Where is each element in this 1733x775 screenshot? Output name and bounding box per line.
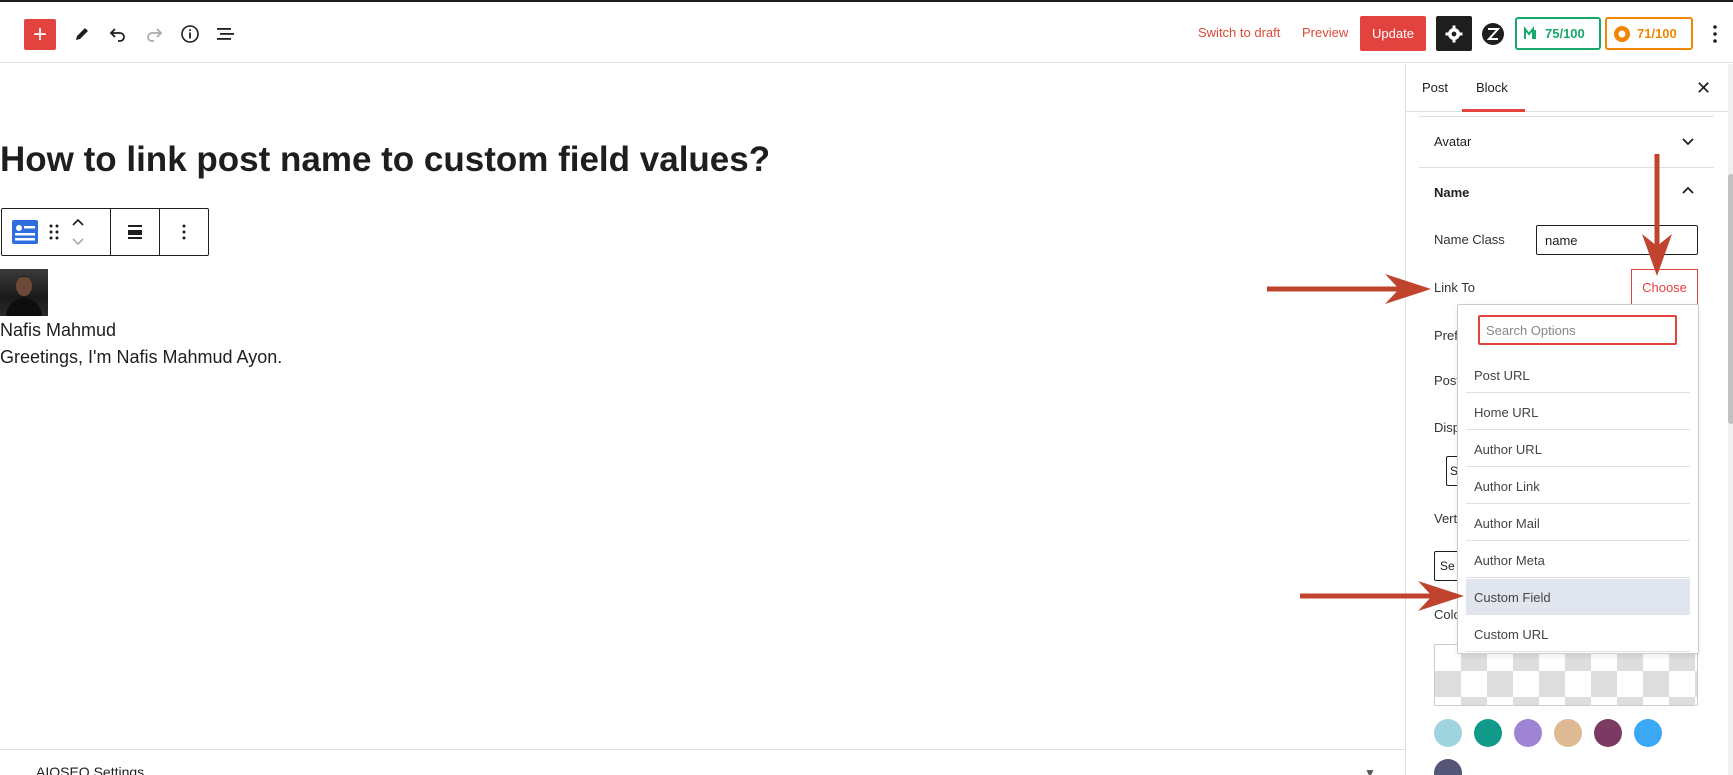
prefix-label: Pref	[1434, 328, 1458, 343]
editor-screen: + Switch to draft Preview Update 75/100 …	[0, 0, 1733, 775]
vertical-label: Vert	[1434, 511, 1458, 526]
align-icon	[128, 225, 142, 239]
tab-block[interactable]: Block	[1476, 80, 1508, 95]
kebab-icon	[182, 224, 186, 240]
list-view-button[interactable]	[210, 18, 242, 50]
add-block-button[interactable]: +	[24, 19, 56, 50]
seo-score-badge[interactable]: 75/100	[1515, 17, 1601, 50]
search-options-input[interactable]	[1478, 315, 1677, 345]
link-to-label: Link To	[1434, 280, 1475, 295]
dropdown-option-custom-field[interactable]: Custom Field	[1466, 579, 1690, 615]
tab-post[interactable]: Post	[1422, 80, 1448, 95]
sidebar-scroll-thumb[interactable]	[1728, 174, 1733, 424]
chevron-down-icon	[1682, 138, 1694, 146]
chevron-up-icon	[1682, 186, 1694, 194]
sidebar-tabs: Post Block ✕	[1406, 64, 1728, 112]
name-class-label: Name Class	[1434, 232, 1505, 247]
drag-handle-icon[interactable]	[48, 223, 60, 241]
dropdown-option-home-url[interactable]: Home URL	[1466, 394, 1690, 430]
active-tab-indicator	[1462, 109, 1525, 112]
undo-icon	[109, 28, 125, 42]
panel-avatar[interactable]: Avatar	[1419, 117, 1714, 168]
dropdown-option-author-mail[interactable]: Author Mail	[1466, 505, 1690, 541]
kebab-icon	[1713, 25, 1717, 43]
undo-button[interactable]	[102, 18, 134, 50]
plus-icon: +	[32, 20, 47, 48]
align-button[interactable]	[111, 209, 160, 255]
author-name: Nafis Mahmud	[0, 320, 117, 340]
color-swatch[interactable]	[1634, 719, 1662, 747]
pencil-icon	[76, 28, 88, 40]
editor-top-bar: + Switch to draft Preview Update 75/100 …	[0, 2, 1733, 63]
author-bio: Greetings, I'm Nafis Mahmud Ayon.	[0, 347, 283, 367]
aioseo-settings-panel[interactable]: AIOSEO Settings ▼	[0, 749, 1405, 775]
update-button[interactable]: Update	[1360, 16, 1426, 51]
link-to-dropdown: Post URL Home URL Author URL Author Link…	[1457, 304, 1699, 654]
dropdown-option-author-meta[interactable]: Author Meta	[1466, 542, 1690, 578]
zeta-plugin-button[interactable]	[1479, 20, 1507, 48]
more-options-button[interactable]	[1708, 22, 1722, 46]
list-view-icon	[217, 28, 234, 40]
block-toolbar-move-group	[2, 209, 111, 255]
panel-name[interactable]: Name	[1419, 169, 1714, 209]
color-swatch[interactable]	[1554, 719, 1582, 747]
switch-to-draft-link[interactable]: Switch to draft	[1198, 25, 1280, 40]
choose-link-button[interactable]: Choose	[1631, 269, 1698, 305]
panel-name-title: Name	[1434, 185, 1470, 200]
readability-score-value: 71/100	[1637, 26, 1677, 41]
color-swatch[interactable]	[1514, 719, 1542, 747]
dropdown-option-author-url[interactable]: Author URL	[1466, 431, 1690, 467]
preview-link[interactable]: Preview	[1302, 25, 1348, 40]
close-sidebar-icon[interactable]: ✕	[1696, 78, 1711, 99]
panel-avatar-title: Avatar	[1434, 134, 1472, 149]
rank-math-icon	[1524, 25, 1536, 39]
readability-score-badge[interactable]: 71/100	[1605, 17, 1693, 50]
seo-score-value: 75/100	[1545, 26, 1585, 41]
post-title[interactable]: How to link post name to custom field va…	[0, 140, 770, 180]
redo-button[interactable]	[138, 18, 170, 50]
author-block-icon[interactable]	[12, 219, 38, 245]
dropdown-option-author-link[interactable]: Author Link	[1466, 468, 1690, 504]
redo-icon	[147, 28, 163, 42]
move-up-down-icon[interactable]	[70, 217, 86, 247]
details-button[interactable]	[174, 18, 206, 50]
aioseo-settings-label: AIOSEO Settings	[36, 764, 145, 775]
editor-canvas: How to link post name to custom field va…	[0, 64, 1405, 775]
block-toolbar	[1, 208, 209, 256]
color-swatch[interactable]	[1434, 719, 1462, 747]
block-options-button[interactable]	[160, 209, 208, 255]
readability-gear-icon	[1614, 25, 1630, 42]
info-icon	[181, 25, 199, 43]
color-swatch[interactable]	[1594, 719, 1622, 747]
color-swatch[interactable]	[1474, 719, 1502, 747]
gear-icon	[1445, 25, 1463, 42]
author-avatar	[0, 269, 48, 316]
dropdown-option-post-url[interactable]: Post URL	[1466, 357, 1690, 393]
author-photo	[6, 276, 42, 316]
caret-down-icon: ▼	[1364, 766, 1376, 775]
dropdown-option-custom-url[interactable]: Custom URL	[1466, 616, 1690, 652]
zeta-logo-icon	[1482, 23, 1504, 45]
settings-button[interactable]	[1436, 16, 1472, 51]
tools-button[interactable]	[66, 18, 98, 50]
name-class-input[interactable]: name	[1536, 225, 1698, 255]
color-swatch[interactable]	[1434, 759, 1462, 775]
